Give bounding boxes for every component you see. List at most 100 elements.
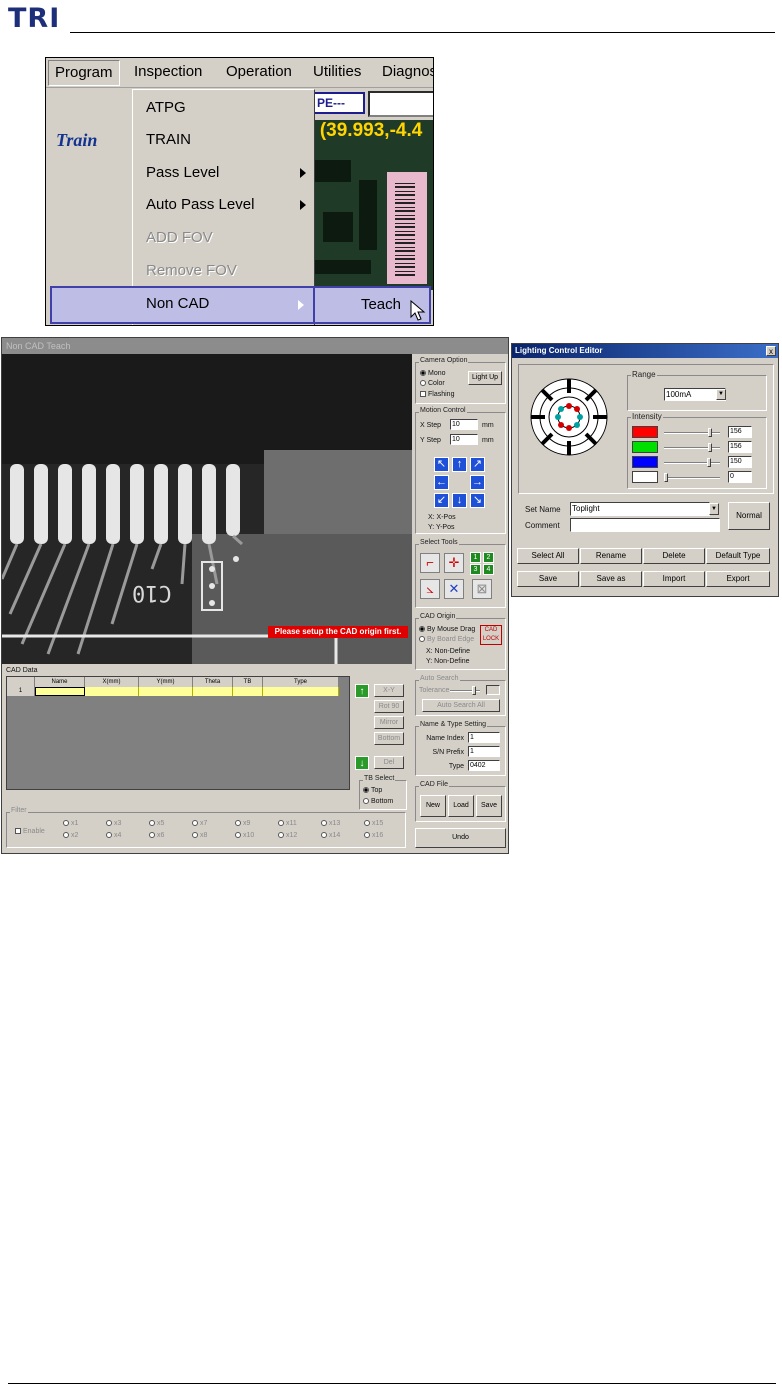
menu-bar: Program Inspection Operation Utilities D… <box>46 58 433 88</box>
cad-new-button[interactable]: New <box>420 795 446 817</box>
motion-control-title: Motion Control <box>419 407 467 414</box>
light-up-button[interactable]: Light Up <box>468 371 502 385</box>
select-tools-title: Select Tools <box>419 539 459 546</box>
menu-operation[interactable]: Operation <box>226 63 292 81</box>
menu-program[interactable]: Program <box>48 60 120 86</box>
select-cross-icon[interactable]: ✕ <box>444 579 464 599</box>
bottom-button: Bottom <box>374 732 404 745</box>
name-index-input[interactable]: 1 <box>468 732 500 743</box>
channel-intensity-value[interactable]: 156 <box>728 426 752 438</box>
grid-header-tb[interactable]: TB <box>233 677 263 687</box>
channel-intensity-slider[interactable] <box>664 477 720 479</box>
y-step-input[interactable]: 10 <box>450 434 478 445</box>
tool-2-button[interactable]: 2 <box>483 552 494 563</box>
move-down-icon[interactable]: ↓ <box>452 493 467 508</box>
move-up-right-icon[interactable]: ↗ <box>470 457 485 472</box>
grid-header-name[interactable]: Name <box>35 677 85 687</box>
menu-utilities[interactable]: Utilities <box>313 63 361 81</box>
tb-bottom-radio[interactable]: Bottom <box>363 797 393 806</box>
move-left-icon[interactable]: ← <box>434 475 449 490</box>
select-point-icon[interactable]: ✛ <box>444 553 464 573</box>
channel-intensity-value[interactable]: 0 <box>728 471 752 483</box>
move-row-up-icon[interactable]: ↑ <box>355 684 369 698</box>
grid-cell-x[interactable] <box>85 687 139 696</box>
type-input[interactable]: 0402 <box>468 760 500 771</box>
filter-option: x10 <box>235 831 254 840</box>
move-right-icon[interactable]: → <box>470 475 485 490</box>
grid-cell-y[interactable] <box>139 687 193 696</box>
grid-header-x[interactable]: X(mm) <box>85 677 139 687</box>
by-mouse-drag-radio[interactable]: By Mouse Drag <box>419 625 475 634</box>
tool-3-button[interactable]: 3 <box>470 564 481 575</box>
channel-slider-thumb[interactable] <box>664 473 668 482</box>
grid-cell-type[interactable] <box>263 687 339 696</box>
filter-option: x3 <box>106 819 121 828</box>
move-down-right-icon[interactable]: ↘ <box>470 493 485 508</box>
camera-view[interactable] <box>2 354 412 664</box>
mono-radio[interactable]: Mono <box>420 369 446 378</box>
filter-option: x12 <box>278 831 297 840</box>
save-as-button[interactable]: Save as <box>580 571 642 587</box>
select-rectangle-icon[interactable]: ⌐ <box>420 553 440 573</box>
select-angle-icon[interactable]: ⦣ <box>420 579 440 599</box>
channel-slider-thumb[interactable] <box>708 443 712 452</box>
tool-4-button[interactable]: 4 <box>483 564 494 575</box>
light-ring-diagram[interactable] <box>529 377 609 457</box>
grid-header-theta[interactable]: Theta <box>193 677 233 687</box>
save-button[interactable]: Save <box>517 571 579 587</box>
flashing-checkbox[interactable]: Flashing <box>420 390 454 399</box>
import-button[interactable]: Import <box>643 571 705 587</box>
comment-input[interactable] <box>570 518 720 532</box>
x-position-readout: X: X-Pos <box>428 514 456 521</box>
cad-data-grid[interactable]: Name X(mm) Y(mm) Theta TB Type 1 <box>6 676 350 790</box>
channel-intensity-slider[interactable] <box>664 462 720 464</box>
grid-cell-name[interactable] <box>35 687 85 696</box>
motion-control-group: Motion Control X Step 10 mm Y Step 10 mm… <box>415 407 506 534</box>
chevron-down-icon[interactable]: ▼ <box>709 503 719 515</box>
cad-lock-button[interactable]: CAD LOCK <box>480 625 502 645</box>
channel-intensity-value[interactable]: 150 <box>728 456 752 468</box>
mode-label: Train <box>56 130 98 150</box>
menu-inspection[interactable]: Inspection <box>134 63 202 81</box>
menu-item-pass-level[interactable]: Pass Level <box>146 163 219 183</box>
rename-button[interactable]: Rename <box>580 548 642 564</box>
grid-cell-theta[interactable] <box>193 687 233 696</box>
default-type-button[interactable]: Default Type <box>706 548 770 564</box>
cad-save-button[interactable]: Save <box>476 795 502 817</box>
x-step-input[interactable]: 10 <box>450 419 478 430</box>
move-down-left-icon[interactable]: ↙ <box>434 493 449 508</box>
undo-button[interactable]: Undo <box>415 828 506 848</box>
move-up-left-icon[interactable]: ↖ <box>434 457 449 472</box>
set-name-select[interactable]: Toplight <box>570 502 710 516</box>
delete-button[interactable]: Delete <box>643 548 705 564</box>
intensity-group: Intensity 156 156 150 0 <box>627 412 767 489</box>
select-all-button[interactable]: Select All <box>517 548 579 564</box>
cad-load-button[interactable]: Load <box>448 795 474 817</box>
channel-slider-thumb[interactable] <box>708 428 712 437</box>
channel-slider-thumb[interactable] <box>707 458 711 467</box>
channel-color-swatch <box>632 471 658 483</box>
menu-diagnostics[interactable]: Diagnos <box>382 63 433 81</box>
export-button[interactable]: Export <box>706 571 770 587</box>
menu-item-atpg[interactable]: ATPG <box>146 98 186 118</box>
sn-prefix-input[interactable]: 1 <box>468 746 500 757</box>
tool-1-button[interactable]: 1 <box>470 552 481 563</box>
color-radio[interactable]: Color <box>420 379 445 388</box>
mode-input[interactable] <box>368 91 433 117</box>
move-up-icon[interactable]: ↑ <box>452 457 467 472</box>
normal-button[interactable]: Normal <box>728 502 770 530</box>
grid-header-type[interactable]: Type <box>263 677 339 687</box>
grid-cell-tb[interactable] <box>233 687 263 696</box>
close-icon[interactable]: x <box>766 346 776 356</box>
move-row-down-icon[interactable]: ↓ <box>355 756 369 770</box>
grid-header-y[interactable]: Y(mm) <box>139 677 193 687</box>
menu-item-train[interactable]: TRAIN <box>146 130 191 150</box>
channel-intensity-value[interactable]: 156 <box>728 441 752 453</box>
cad-file-group: CAD File New Load Save <box>415 781 506 822</box>
select-clear-icon[interactable]: ⊠ <box>472 579 492 599</box>
tb-top-radio[interactable]: Top <box>363 786 382 795</box>
menu-item-auto-pass-level[interactable]: Auto Pass Level <box>146 195 254 215</box>
tb-select-title: TB Select <box>363 775 396 782</box>
filter-option: x14 <box>321 831 340 840</box>
chevron-down-icon[interactable]: ▼ <box>716 389 726 400</box>
